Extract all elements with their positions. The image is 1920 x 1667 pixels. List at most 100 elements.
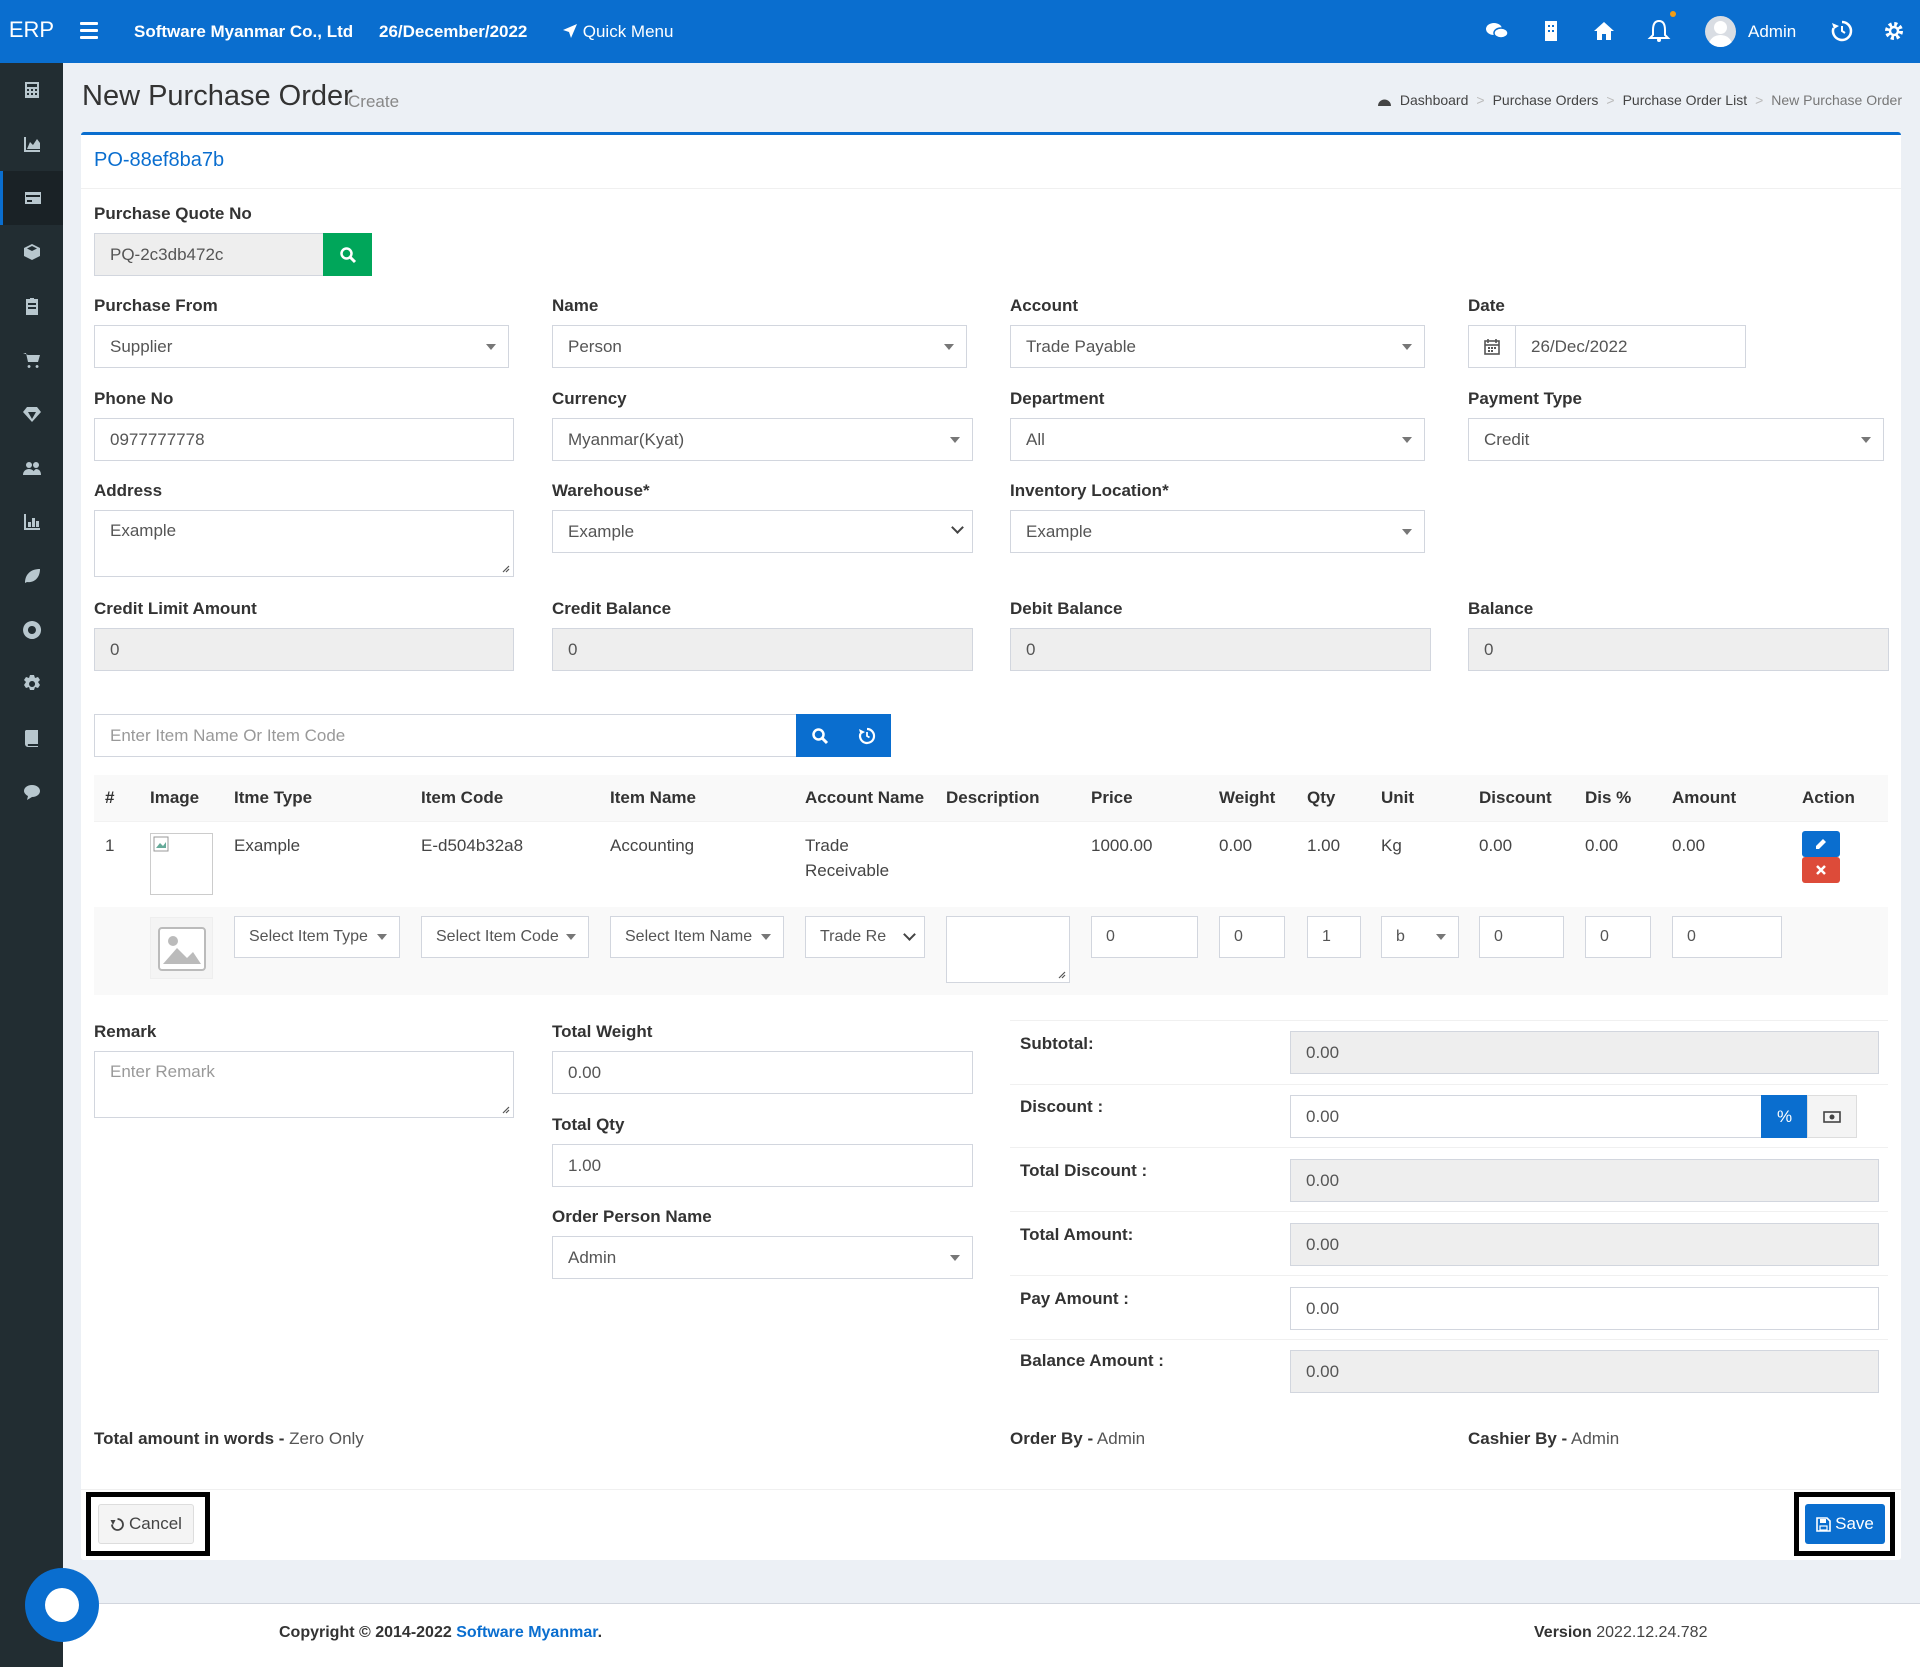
- balance-amount-input[interactable]: 0.00: [1290, 1350, 1879, 1393]
- breadcrumb-purchase-order-list[interactable]: Purchase Order List: [1623, 92, 1748, 108]
- item-search-button[interactable]: [796, 714, 844, 757]
- search-icon: [812, 727, 829, 744]
- sidebar-item-sales[interactable]: [0, 333, 63, 387]
- debit-balance-input[interactable]: 0: [1010, 628, 1431, 671]
- sidebar-item-reports[interactable]: [0, 495, 63, 549]
- breadcrumb-purchase-orders[interactable]: Purchase Orders: [1493, 92, 1599, 108]
- breadcrumb-dashboard[interactable]: Dashboard: [1400, 92, 1469, 108]
- dropdown-caret-icon: [566, 934, 576, 940]
- credit-limit-input[interactable]: 0: [94, 628, 514, 671]
- copyright-text: Copyright © 2014-2022: [279, 1624, 457, 1641]
- order-person-select[interactable]: Admin: [552, 1236, 973, 1279]
- dropdown-caret-icon: [950, 437, 960, 443]
- home-icon[interactable]: [1591, 18, 1617, 44]
- currency-label: Currency: [552, 389, 627, 408]
- name-value: Person: [568, 337, 622, 356]
- purchase-quote-input[interactable]: PQ-2c3db472c: [94, 233, 324, 276]
- user-avatar[interactable]: [1705, 16, 1736, 47]
- weight-input[interactable]: 0: [1219, 916, 1285, 958]
- wechat-icon[interactable]: [1484, 18, 1510, 44]
- sidebar-item-products[interactable]: [0, 387, 63, 441]
- company-name: Software Myanmar Co., Ltd: [134, 22, 354, 41]
- dropdown-caret-icon: [1402, 344, 1412, 350]
- total-discount-label: Total Discount :: [1020, 1161, 1148, 1180]
- item-type-select[interactable]: Select Item Type: [234, 916, 400, 958]
- total-weight-label: Total Weight: [552, 1022, 653, 1041]
- address-textarea[interactable]: Example: [94, 510, 514, 577]
- history-icon[interactable]: [1829, 18, 1855, 44]
- total-weight-input[interactable]: 0.00: [552, 1051, 973, 1094]
- remark-textarea[interactable]: Enter Remark: [94, 1051, 514, 1118]
- resize-handle-icon[interactable]: [500, 1104, 510, 1114]
- cancel-button[interactable]: Cancel: [98, 1504, 194, 1544]
- discount-cash-button[interactable]: [1807, 1095, 1857, 1138]
- sidebar-item-chat[interactable]: [0, 765, 63, 819]
- sidebar-item-calculator[interactable]: [0, 63, 63, 117]
- item-name-select[interactable]: Select Item Name: [610, 916, 784, 958]
- payment-type-select[interactable]: Credit: [1468, 418, 1884, 461]
- item-search-input[interactable]: Enter Item Name Or Item Code: [94, 714, 797, 757]
- sidebar-item-leaf[interactable]: [0, 549, 63, 603]
- account-select[interactable]: Trade Payable: [1010, 325, 1425, 368]
- order-person-label: Order Person Name: [552, 1207, 712, 1226]
- row-account-line2: Receivable: [805, 861, 890, 880]
- credit-balance-input[interactable]: 0: [552, 628, 973, 671]
- phone-label: Phone No: [94, 389, 174, 408]
- user-name[interactable]: Admin: [1748, 0, 1796, 63]
- warehouse-value: Example: [568, 522, 635, 541]
- brand-logo[interactable]: ERP: [0, 0, 63, 63]
- purchase-from-select[interactable]: Supplier: [94, 325, 509, 368]
- phone-input[interactable]: 0977777778: [94, 418, 514, 461]
- price-input[interactable]: 0: [1091, 916, 1198, 958]
- total-discount-input[interactable]: 0.00: [1290, 1159, 1879, 1202]
- bell-icon[interactable]: [1646, 18, 1672, 44]
- warehouse-select[interactable]: Example: [552, 510, 973, 553]
- description-textarea[interactable]: [946, 916, 1070, 983]
- delete-row-button[interactable]: [1802, 857, 1840, 883]
- total-amount-input[interactable]: 0.00: [1290, 1223, 1879, 1266]
- sidebar-item-payments[interactable]: [0, 171, 63, 225]
- name-select[interactable]: Person: [552, 325, 967, 368]
- amount-input[interactable]: 0: [1672, 916, 1782, 958]
- discount-total-input[interactable]: 0.00: [1290, 1095, 1762, 1138]
- qty-input[interactable]: 1: [1307, 916, 1361, 958]
- department-select[interactable]: All: [1010, 418, 1425, 461]
- sidebar-item-support[interactable]: [0, 603, 63, 657]
- building-icon[interactable]: [1538, 18, 1564, 44]
- resize-handle-icon[interactable]: [1056, 969, 1066, 979]
- total-qty-input[interactable]: 1.00: [552, 1144, 973, 1187]
- balance-input[interactable]: 0: [1468, 628, 1889, 671]
- save-button[interactable]: Save: [1805, 1504, 1885, 1544]
- discount-percent-button[interactable]: %: [1761, 1095, 1808, 1138]
- chat-widget-button[interactable]: [25, 1568, 99, 1642]
- dropdown-caret-icon: [377, 934, 387, 940]
- item-reset-button[interactable]: [843, 714, 891, 757]
- unit-select[interactable]: b: [1381, 916, 1459, 958]
- resize-handle-icon[interactable]: [500, 563, 510, 573]
- sidebar-item-settings[interactable]: [0, 657, 63, 711]
- edit-row-button[interactable]: [1802, 831, 1840, 857]
- cart-icon: [22, 353, 40, 368]
- pay-amount-input[interactable]: 0.00: [1290, 1287, 1879, 1330]
- sidebar-item-orders[interactable]: [0, 279, 63, 333]
- dashboard-icon: [1377, 99, 1391, 106]
- quick-menu-link[interactable]: Quick Menu: [562, 0, 673, 63]
- dis-percent-input[interactable]: 0: [1585, 916, 1651, 958]
- gear-icon[interactable]: [1881, 18, 1907, 44]
- account-name-select[interactable]: Trade Re: [805, 916, 925, 958]
- item-code-select[interactable]: Select Item Code: [421, 916, 589, 958]
- inventory-location-select[interactable]: Example: [1010, 510, 1425, 553]
- subtotal-input[interactable]: 0.00: [1290, 1031, 1879, 1074]
- sidebar-item-inventory[interactable]: [0, 225, 63, 279]
- company-link[interactable]: Software Myanmar: [456, 1624, 597, 1641]
- sidebar-item-chart[interactable]: [0, 117, 63, 171]
- sidebar-item-docs[interactable]: [0, 711, 63, 765]
- currency-select[interactable]: Myanmar(Kyat): [552, 418, 973, 461]
- quote-search-button[interactable]: [323, 233, 372, 276]
- discount-input[interactable]: 0: [1479, 916, 1564, 958]
- date-input[interactable]: 26/Dec/2022: [1515, 325, 1746, 368]
- row-amount: 0.00: [1672, 836, 1706, 855]
- sidebar-toggle-icon[interactable]: [80, 22, 98, 39]
- sidebar-item-hr[interactable]: [0, 441, 63, 495]
- leaf-icon: [24, 569, 40, 583]
